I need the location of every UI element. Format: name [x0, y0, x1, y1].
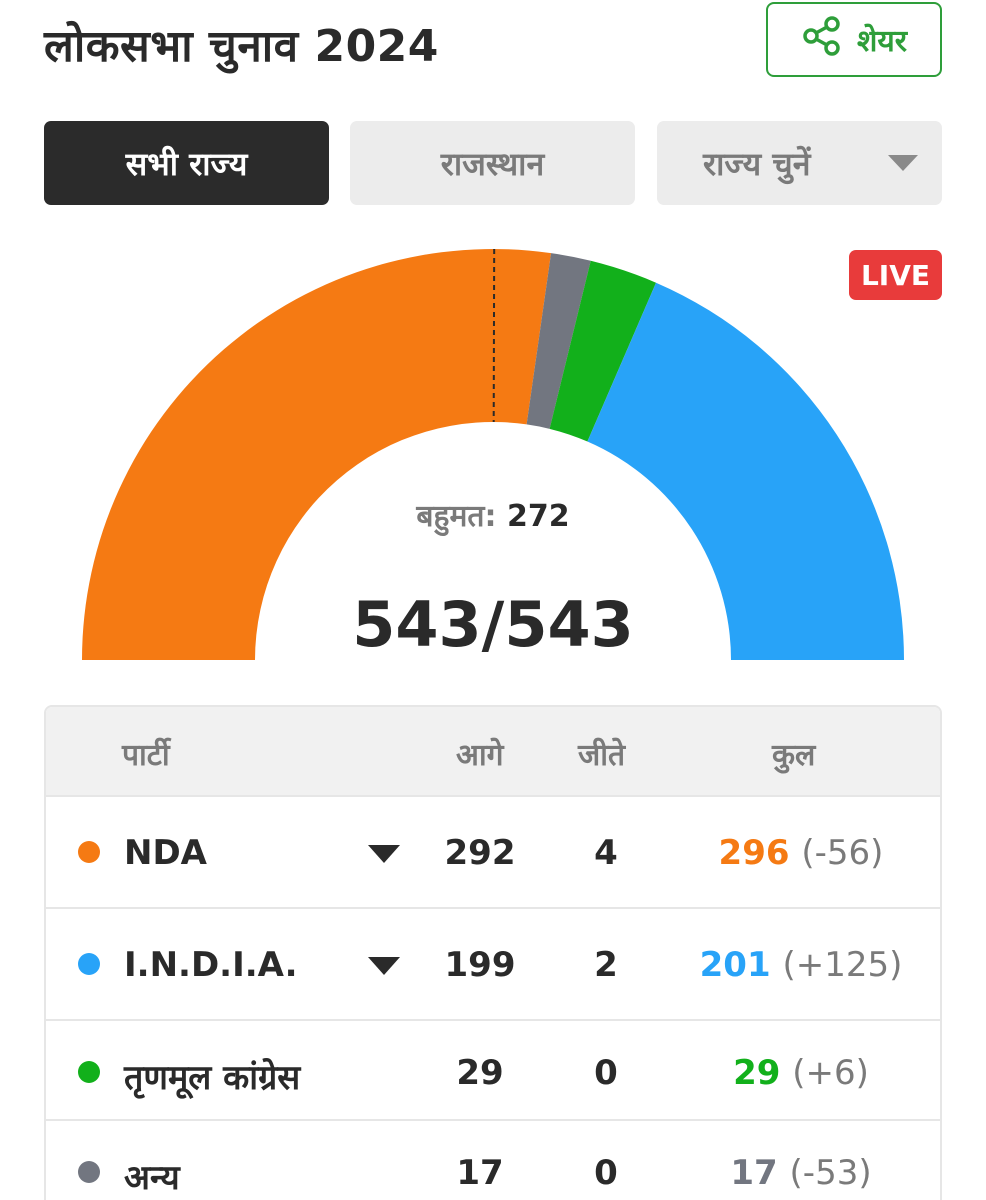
majority-label: बहुमत: — [416, 499, 497, 534]
leading-count: 29 — [456, 1053, 504, 1093]
won-count: 4 — [594, 833, 618, 873]
total-cell: 29 (+6) — [686, 1053, 916, 1093]
seats-declared: 543/543 — [352, 588, 634, 661]
total-count: 201 — [699, 945, 771, 985]
seat-change: (+6) — [792, 1053, 869, 1093]
header-party: पार्टी — [122, 738, 170, 773]
seat-change: (-56) — [801, 833, 884, 873]
table-row-others: अन्य 17 0 17 (-53) — [46, 1119, 940, 1200]
total-cell: 17 (-53) — [686, 1153, 916, 1193]
table-header: पार्टी आगे जीते कुल — [46, 707, 940, 795]
leading-count: 199 — [444, 945, 516, 985]
majority-value: 272 — [506, 499, 570, 534]
majority-text: बहुमत: 272 — [0, 494, 986, 535]
total-count: 17 — [730, 1153, 778, 1193]
nda-color-dot — [78, 841, 100, 863]
total-count: 296 — [718, 833, 790, 873]
others-color-dot — [78, 1161, 100, 1183]
expand-caret-icon[interactable] — [368, 957, 400, 975]
header-leading: आगे — [456, 738, 504, 773]
total-cell: 201 (+125) — [686, 945, 916, 985]
leading-count: 292 — [444, 833, 516, 873]
party-name: तृणमूल कांग्रेस — [124, 1058, 301, 1098]
table-row-india[interactable]: I.N.D.I.A. 199 2 201 (+125) — [46, 907, 940, 1019]
india-color-dot — [78, 953, 100, 975]
leading-count: 17 — [456, 1153, 504, 1193]
results-table: पार्टी आगे जीते कुल NDA 292 4 296 (-56) … — [44, 705, 942, 1200]
table-row-nda[interactable]: NDA 292 4 296 (-56) — [46, 795, 940, 907]
tmc-color-dot — [78, 1061, 100, 1083]
party-name: I.N.D.I.A. — [124, 945, 298, 985]
seat-change: (-53) — [789, 1153, 872, 1193]
header-won: जीते — [578, 738, 626, 773]
total-cell: 296 (-56) — [686, 833, 916, 873]
total-count: 29 — [733, 1053, 781, 1093]
table-row-tmc: तृणमूल कांग्रेस 29 0 29 (+6) — [46, 1019, 940, 1119]
won-count: 2 — [594, 945, 618, 985]
seat-change: (+125) — [782, 945, 903, 985]
won-count: 0 — [594, 1153, 618, 1193]
party-name: अन्य — [124, 1158, 180, 1198]
expand-caret-icon[interactable] — [368, 845, 400, 863]
won-count: 0 — [594, 1053, 618, 1093]
party-name: NDA — [124, 833, 207, 873]
header-total: कुल — [772, 738, 816, 773]
